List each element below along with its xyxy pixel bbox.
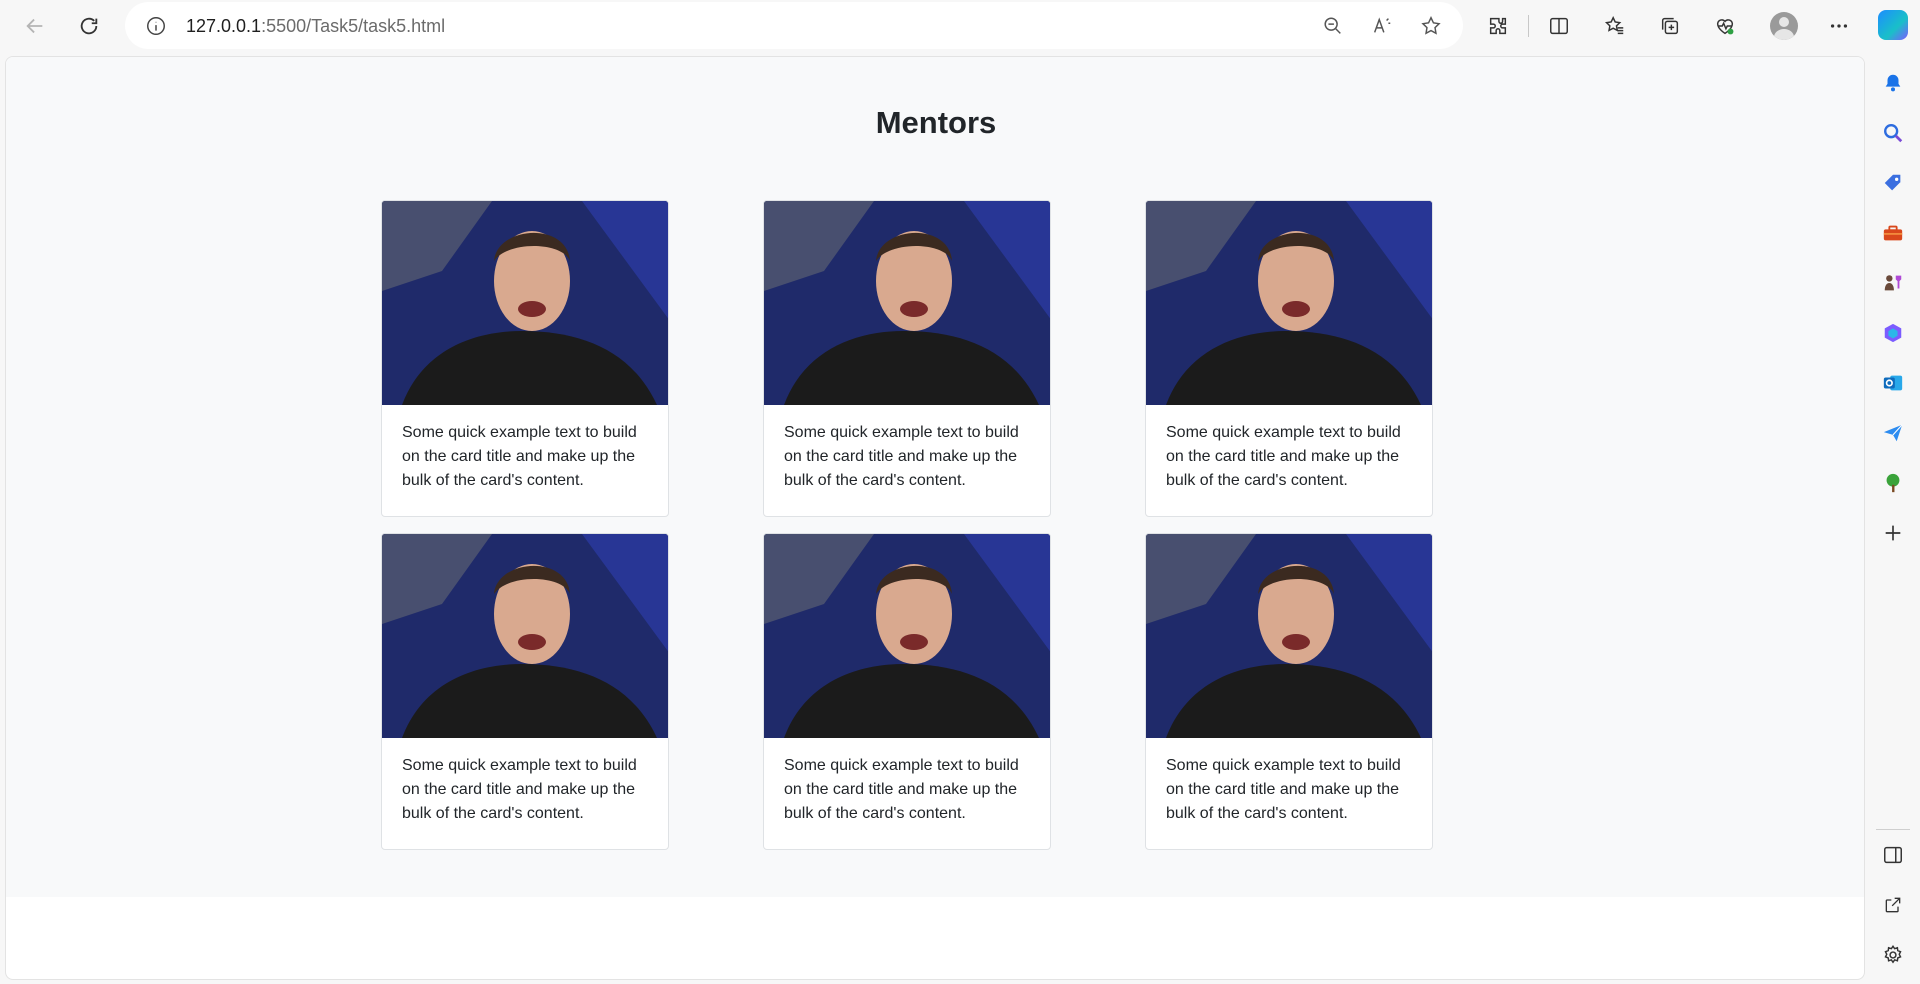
tools-icon[interactable] xyxy=(1882,222,1904,244)
outlook-icon[interactable] xyxy=(1882,372,1904,394)
mentor-card: Some quick example text to build on the … xyxy=(1145,533,1433,850)
edge-sidebar xyxy=(1866,52,1920,984)
card-text: Some quick example text to build on the … xyxy=(1166,757,1401,822)
notifications-icon[interactable] xyxy=(1882,72,1904,94)
mentor-card: Some quick example text to build on the … xyxy=(381,200,669,517)
card-text: Some quick example text to build on the … xyxy=(402,757,637,822)
mentor-photo xyxy=(1146,534,1432,738)
mentor-card: Some quick example text to build on the … xyxy=(763,200,1051,517)
browser-essentials-icon[interactable] xyxy=(1712,13,1738,39)
favorite-star-icon[interactable] xyxy=(1420,15,1442,37)
sidebar-toggle-icon[interactable] xyxy=(1882,844,1904,866)
mentor-photo xyxy=(764,534,1050,738)
card-text: Some quick example text to build on the … xyxy=(784,757,1019,822)
address-bar[interactable]: 127.0.0.1:5500/Task5/task5.html xyxy=(125,2,1463,49)
favorites-icon[interactable] xyxy=(1602,13,1628,39)
card-text: Some quick example text to build on the … xyxy=(784,424,1019,489)
page-viewport: Mentors Some quick example text to build… xyxy=(5,56,1865,980)
page-title: Mentors xyxy=(875,105,997,140)
mentor-photo xyxy=(382,534,668,738)
mentor-photo xyxy=(764,201,1050,405)
mentor-photo xyxy=(382,201,668,405)
sidebar-divider xyxy=(1876,829,1910,830)
read-aloud-icon[interactable] xyxy=(1371,15,1393,37)
browser-toolbar: 127.0.0.1:5500/Task5/task5.html xyxy=(0,0,1920,52)
profile-avatar[interactable] xyxy=(1770,12,1798,40)
games-icon[interactable] xyxy=(1882,272,1904,294)
zoom-out-icon[interactable] xyxy=(1322,15,1344,37)
tree-icon[interactable] xyxy=(1882,472,1904,494)
refresh-icon[interactable] xyxy=(73,10,105,42)
mentor-card: Some quick example text to build on the … xyxy=(381,533,669,850)
card-text: Some quick example text to build on the … xyxy=(402,424,637,489)
mentor-card: Some quick example text to build on the … xyxy=(763,533,1051,850)
more-options-icon[interactable] xyxy=(1826,13,1852,39)
extensions-icon[interactable] xyxy=(1485,13,1511,39)
mentor-card: Some quick example text to build on the … xyxy=(1145,200,1433,517)
toolbar-divider xyxy=(1528,15,1529,37)
split-screen-icon[interactable] xyxy=(1546,13,1572,39)
collections-icon[interactable] xyxy=(1657,13,1683,39)
info-icon[interactable] xyxy=(145,15,167,37)
card-text: Some quick example text to build on the … xyxy=(1166,424,1401,489)
shopping-icon[interactable] xyxy=(1882,172,1904,194)
url-host: 127.0.0.1 xyxy=(186,16,262,36)
copilot-icon[interactable] xyxy=(1878,10,1908,40)
url-text[interactable]: 127.0.0.1:5500/Task5/task5.html xyxy=(186,16,445,37)
search-icon[interactable] xyxy=(1882,122,1904,144)
external-link-icon[interactable] xyxy=(1882,894,1904,916)
mentors-section: Mentors Some quick example text to build… xyxy=(6,57,1864,897)
url-path: :5500/Task5/task5.html xyxy=(261,16,446,36)
mentor-photo xyxy=(1146,201,1432,405)
settings-icon[interactable] xyxy=(1882,944,1904,966)
drop-icon[interactable] xyxy=(1882,422,1904,444)
add-icon[interactable] xyxy=(1882,522,1904,544)
back-icon[interactable] xyxy=(19,10,51,42)
microsoft-365-icon[interactable] xyxy=(1882,322,1904,344)
